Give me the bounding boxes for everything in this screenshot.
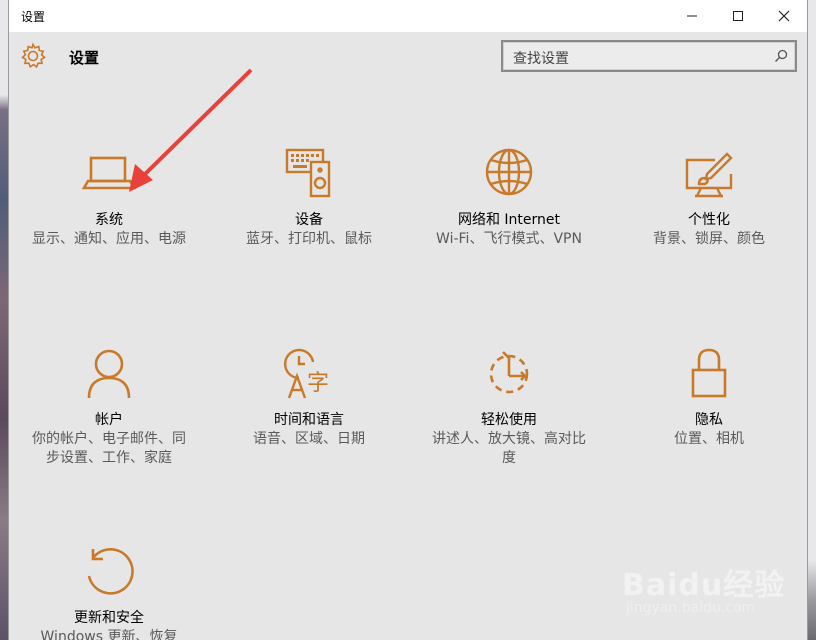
tile-ease-of-access[interactable]: 轻松使用 讲述人、放大镜、高对比度 (409, 348, 609, 468)
tile-network[interactable]: 网络和 Internet Wi-Fi、飞行模式、VPN (409, 148, 609, 249)
desktop-background-left (0, 0, 8, 640)
gear-icon (21, 42, 46, 69)
tile-description: Windows 更新、恢复 (40, 629, 178, 640)
search-input[interactable]: 查找设置 (501, 40, 797, 72)
time-language-icon: 字 (283, 348, 329, 399)
tile-label: 系统 (95, 212, 123, 228)
watermark-url: jingyan.baidu.com (626, 600, 756, 616)
tile-description: 位置、相机 (674, 431, 744, 447)
maximize-icon (733, 11, 743, 21)
search-placeholder: 查找设置 (513, 51, 569, 67)
personalization-icon (685, 152, 733, 198)
tile-description: 背景、锁屏、颜色 (653, 231, 765, 247)
settings-window: 设置 设置 查找设置 系统 显示、通知、应用、电源 设备 蓝牙、打印机、鼠标 网… (8, 0, 808, 640)
desktop-background-right (808, 0, 816, 640)
close-icon (778, 10, 790, 22)
tile-update-security[interactable]: 更新和安全 Windows 更新、恢复 (9, 546, 209, 640)
svg-text:字: 字 (307, 371, 329, 396)
search-icon[interactable] (773, 48, 789, 64)
laptop-icon (81, 156, 137, 190)
tile-label: 设备 (295, 212, 323, 228)
globe-icon (485, 148, 533, 196)
baidu-watermark: Baidu经验 jingyan.baidu.com (616, 560, 786, 630)
settings-header: 设置 查找设置 (9, 32, 807, 82)
tile-label: 时间和语言 (274, 412, 344, 428)
ease-of-access-icon (489, 351, 529, 394)
tile-description: Wi-Fi、飞行模式、VPN (436, 231, 582, 247)
tile-label: 个性化 (688, 212, 730, 228)
tile-description: 你的帐户、电子邮件、同步设置、工作、家庭 (32, 431, 186, 466)
tile-accounts[interactable]: 帐户 你的帐户、电子邮件、同步设置、工作、家庭 (9, 348, 209, 468)
tile-description: 蓝牙、打印机、鼠标 (246, 231, 372, 247)
lock-icon (691, 348, 727, 398)
tile-privacy[interactable]: 隐私 位置、相机 (609, 348, 807, 449)
page-title: 设置 (69, 49, 100, 67)
tile-label: 隐私 (695, 412, 723, 428)
tile-label: 更新和安全 (74, 610, 144, 626)
tile-label: 轻松使用 (481, 412, 537, 428)
tile-personalization[interactable]: 个性化 背景、锁屏、颜色 (609, 148, 807, 249)
watermark-brand: Baidu经验 (622, 568, 786, 603)
tile-description: 显示、通知、应用、电源 (32, 231, 186, 247)
tile-devices[interactable]: 设备 蓝牙、打印机、鼠标 (209, 148, 409, 249)
window-title: 设置 (21, 10, 46, 24)
tile-label: 帐户 (95, 412, 123, 428)
update-icon (87, 548, 134, 595)
tile-description: 语音、区域、日期 (253, 431, 365, 447)
devices-icon (285, 148, 331, 198)
person-icon (87, 349, 131, 399)
tile-label: 网络和 Internet (457, 212, 561, 228)
close-button[interactable] (761, 0, 807, 32)
minimize-icon (687, 15, 697, 17)
tile-system[interactable]: 系统 显示、通知、应用、电源 (9, 148, 209, 249)
title-bar[interactable]: 设置 (9, 0, 807, 32)
tile-time-language[interactable]: 字 时间和语言 语音、区域、日期 (209, 348, 409, 449)
maximize-button[interactable] (715, 0, 761, 32)
annotation-arrow (129, 68, 253, 192)
minimize-button[interactable] (669, 0, 715, 32)
tile-description: 讲述人、放大镜、高对比度 (432, 431, 586, 466)
